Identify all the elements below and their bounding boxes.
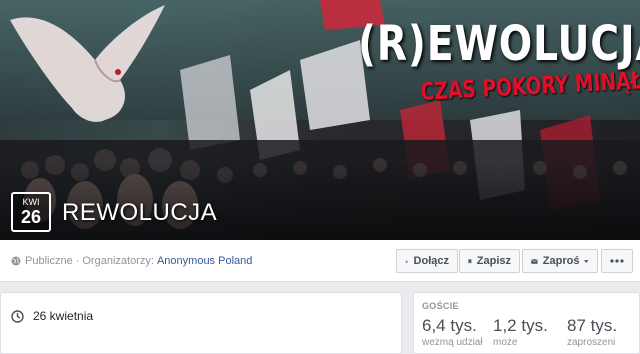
guests-going-label: wezmą udział (422, 337, 483, 348)
save-button[interactable]: Zapisz (459, 249, 520, 273)
bookmark-icon (468, 258, 472, 264)
organizer-link[interactable]: Anonymous Poland (157, 255, 252, 267)
guests-header: GOŚCIE (422, 301, 459, 311)
guests-invited-count: 87 tys. (567, 316, 618, 335)
clock-icon (11, 309, 24, 323)
event-title[interactable]: REWOLUCJA (62, 199, 217, 227)
guests-going-count: 6,4 tys. (422, 316, 477, 335)
chevron-down-icon (584, 259, 589, 263)
join-button[interactable]: Dołącz (396, 249, 458, 273)
invite-button[interactable]: Zaproś (522, 249, 598, 273)
event-privacy-line: Publiczne · Organizatorzy: Anonymous Pol… (11, 255, 252, 267)
more-icon (610, 259, 624, 263)
more-options-button[interactable] (601, 249, 633, 273)
guests-invited[interactable]: 87 tys. zaproszeni (567, 315, 617, 349)
join-label: Dołącz (413, 255, 449, 267)
event-day: 26 (20, 207, 42, 227)
organizers-label: Organizatorzy: (82, 255, 154, 267)
event-month: KWI (22, 197, 40, 207)
invite-label: Zaproś (542, 255, 580, 267)
guests-maybe[interactable]: 1,2 tys. może (493, 315, 548, 349)
event-date-row[interactable]: 26 kwietnia (11, 309, 93, 323)
cover-title: (R)EWOLUCJA (358, 16, 640, 72)
privacy-label: Publiczne (25, 255, 73, 267)
guests-maybe-count: 1,2 tys. (493, 316, 548, 335)
envelope-icon (531, 258, 538, 264)
globe-icon (11, 256, 21, 266)
guests-panel: GOŚCIE 6,4 tys. wezmą udział 1,2 tys. mo… (413, 292, 640, 354)
save-label: Zapisz (476, 255, 511, 267)
cover-photo[interactable]: (R)EWOLUCJA CZAS POKORY MINĄŁ! KWI 26 RE… (0, 0, 640, 240)
guests-invited-label: zaproszeni (567, 337, 616, 348)
event-date-badge: KWI 26 (11, 192, 51, 232)
event-page: (R)EWOLUCJA CZAS POKORY MINĄŁ! KWI 26 RE… (0, 0, 640, 354)
guests-going[interactable]: 6,4 tys. wezmą udział (422, 315, 483, 349)
guests-maybe-label: może (493, 337, 518, 348)
event-date-text: 26 kwietnia (33, 309, 94, 323)
event-details-panel: 26 kwietnia (0, 292, 402, 354)
eagle-icon (10, 5, 165, 122)
join-icon (405, 259, 409, 263)
